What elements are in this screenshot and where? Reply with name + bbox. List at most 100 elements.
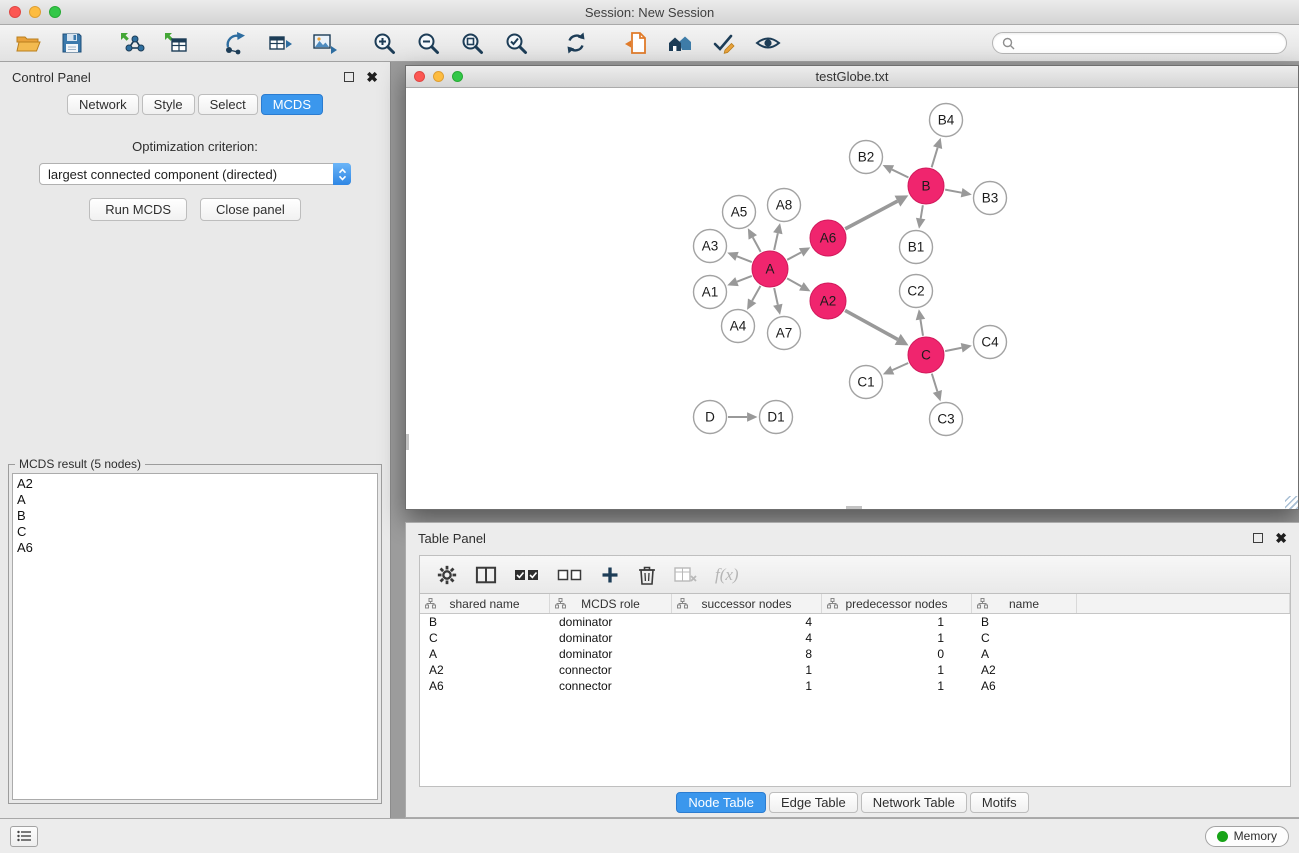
resize-grip[interactable] [1285,496,1298,509]
tab-mcds[interactable]: MCDS [261,94,323,115]
deselect-all-button[interactable] [557,566,583,584]
mcds-result-item[interactable]: A2 [17,476,373,492]
memory-button[interactable]: Memory [1205,826,1289,847]
network-edge[interactable] [845,310,908,345]
column-header-name[interactable]: name [972,594,1077,613]
column-header-predecessor-nodes[interactable]: predecessor nodes [822,594,972,613]
network-zoom-button[interactable] [452,71,463,82]
delete-column-button[interactable] [637,564,657,586]
save-session-button[interactable] [56,29,88,57]
network-edge[interactable] [727,276,752,286]
network-close-button[interactable] [414,71,425,82]
column-header-mcds-role[interactable]: MCDS role [550,594,672,613]
zoom-out-button[interactable] [412,29,444,57]
network-node[interactable]: A [752,251,788,287]
table-row[interactable]: Adominator80A [420,646,1290,662]
network-node[interactable]: A8 [768,189,801,222]
task-history-button[interactable] [10,826,38,847]
horizontal-scroll-indicator[interactable] [846,506,862,509]
zoom-window-button[interactable] [49,6,61,18]
clear-table-button[interactable] [674,566,698,584]
close-panel-button[interactable]: Close panel [200,198,301,221]
column-header-shared-name[interactable]: shared name [420,594,550,613]
export-table-button[interactable] [264,29,296,57]
network-edge[interactable] [747,286,760,310]
network-edge[interactable] [945,343,972,352]
select-all-button[interactable] [514,566,540,584]
network-edge[interactable] [883,363,908,375]
network-edge[interactable] [773,223,782,250]
network-minimize-button[interactable] [433,71,444,82]
network-canvas[interactable]: B4B2BB3A5A8A6B1A3AC2A1A2A4A7C4CC1C3DD1 [406,88,1298,509]
network-edge[interactable] [845,195,908,228]
zoom-in-button[interactable] [368,29,400,57]
toolbar-search[interactable] [992,32,1287,54]
network-node[interactable]: A7 [768,317,801,350]
network-edge[interactable] [916,309,925,335]
network-node[interactable]: A6 [810,220,846,256]
network-node[interactable]: A5 [723,196,756,229]
float-panel-icon[interactable] [344,72,354,82]
network-from-selection-button[interactable] [220,29,252,57]
vertical-scroll-indicator[interactable] [406,434,409,450]
network-node[interactable]: B3 [974,182,1007,215]
network-edge[interactable] [787,247,810,259]
network-node[interactable]: D [694,401,727,434]
network-edge[interactable] [932,374,942,402]
open-file-button[interactable] [12,29,44,57]
close-panel-icon[interactable]: ✖ [366,70,378,84]
zoom-fit-button[interactable] [456,29,488,57]
show-columns-button[interactable] [475,565,497,585]
column-header-successor-nodes[interactable]: successor nodes [672,594,822,613]
tab-network-table[interactable]: Network Table [861,792,967,813]
table-row[interactable]: Cdominator41C [420,630,1290,646]
table-settings-button[interactable] [436,564,458,586]
network-node[interactable]: A4 [722,310,755,343]
network-node[interactable]: B4 [930,104,963,137]
criterion-dropdown[interactable]: largest connected component (directed) [39,163,351,185]
network-edge[interactable] [787,278,810,291]
network-node[interactable]: C1 [850,366,883,399]
network-node[interactable]: B2 [850,141,883,174]
minimize-window-button[interactable] [29,6,41,18]
add-column-button[interactable] [600,565,620,585]
show-hide-button[interactable] [752,29,784,57]
table-row[interactable]: A6connector11A6 [420,678,1290,694]
network-node[interactable]: D1 [760,401,793,434]
network-node[interactable]: A3 [694,230,727,263]
network-edge[interactable] [883,165,909,177]
graphics-details-button[interactable] [708,29,740,57]
network-node[interactable]: C [908,337,944,373]
run-mcds-button[interactable]: Run MCDS [89,198,187,221]
new-document-button[interactable] [620,29,652,57]
close-window-button[interactable] [9,6,21,18]
tab-style[interactable]: Style [142,94,195,115]
network-edge[interactable] [932,138,943,168]
float-table-panel-icon[interactable] [1253,533,1263,543]
export-image-button[interactable] [308,29,340,57]
network-node[interactable]: C2 [900,275,933,308]
function-builder-button[interactable]: f(x) [715,565,739,585]
tab-edge-table[interactable]: Edge Table [769,792,858,813]
mcds-result-item[interactable]: A6 [17,540,373,556]
tab-select[interactable]: Select [198,94,258,115]
search-input[interactable] [1021,36,1277,50]
network-graph[interactable]: B4B2BB3A5A8A6B1A3AC2A1A2A4A7C4CC1C3DD1 [406,88,1298,508]
network-edge[interactable] [748,228,761,252]
tab-motifs[interactable]: Motifs [970,792,1029,813]
network-edge[interactable] [916,205,925,229]
tab-network[interactable]: Network [67,94,139,115]
mcds-result-item[interactable]: C [17,524,373,540]
network-node[interactable]: B [908,168,944,204]
network-window-titlebar[interactable]: testGlobe.txt [406,66,1298,88]
home-button[interactable] [664,29,696,57]
mcds-result-item[interactable]: A [17,492,373,508]
close-table-panel-icon[interactable]: ✖ [1275,531,1287,545]
import-table-button[interactable] [160,29,192,57]
table-row[interactable]: Bdominator41B [420,614,1290,630]
network-edge[interactable] [727,252,752,262]
network-node[interactable]: C4 [974,326,1007,359]
network-node[interactable]: B1 [900,231,933,264]
network-node[interactable]: C3 [930,403,963,436]
table-row[interactable]: A2connector11A2 [420,662,1290,678]
